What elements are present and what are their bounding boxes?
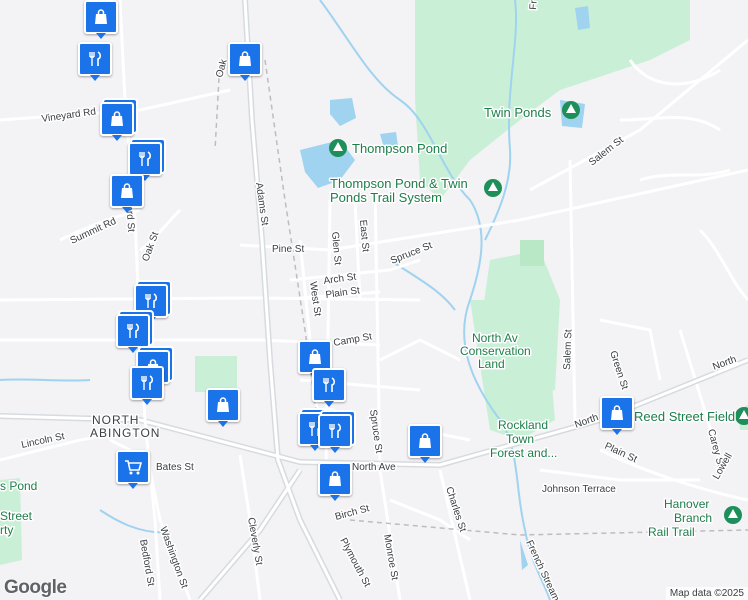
label-hanover-l2: Branch: [674, 511, 712, 525]
shopping-bag-icon: [217, 397, 229, 412]
label-hanover-l1: Hanover: [664, 497, 709, 511]
label-rockland-l2: Town: [506, 432, 534, 446]
label-north: NORTH: [92, 413, 139, 427]
map-attribution[interactable]: Map data ©2025: [665, 587, 748, 600]
shopping-bag-icon: [611, 405, 623, 420]
label-pine-st: Pine St: [272, 244, 304, 255]
label-twin-ponds: Twin Ponds: [484, 105, 552, 120]
label-party-left: rty: [0, 523, 13, 537]
label-conservation-l1: North Av: [472, 331, 518, 345]
pin-shopping-9[interactable]: [318, 462, 352, 501]
pin-restaurant-4[interactable]: [116, 314, 150, 353]
restaurant-icon: [329, 423, 342, 438]
pin-shopping-10[interactable]: [600, 396, 634, 435]
pin-shopping-6[interactable]: [206, 388, 240, 427]
label-abington: ABINGTON: [90, 426, 160, 440]
park-small-green: [195, 356, 237, 392]
pin-restaurant-2[interactable]: [128, 142, 162, 181]
shopping-bag-icon: [239, 51, 251, 66]
label-pond-left: s Pond: [0, 479, 37, 493]
shopping-bag-icon: [309, 349, 321, 364]
pin-restaurant-3[interactable]: [134, 284, 168, 323]
pin-restaurant-1[interactable]: [78, 42, 112, 81]
restaurant-icon: [139, 151, 152, 166]
label-north-ave: North Ave: [352, 462, 396, 473]
pin-shopping-4[interactable]: [110, 174, 144, 213]
shopping-cart-icon: [125, 460, 143, 475]
label-conservation-l2: Conservation: [460, 344, 531, 358]
shopping-bag-icon: [121, 183, 133, 198]
shopping-bag-icon: [419, 433, 431, 448]
pin-restaurant-5[interactable]: [130, 366, 164, 405]
pin-shopping-1[interactable]: [84, 0, 118, 39]
label-trail-system-l1: Thompson Pond & Twin: [330, 176, 468, 191]
restaurant-icon: [127, 323, 140, 338]
restaurant-icon: [141, 375, 154, 390]
label-rockland-l1: Rockland: [498, 418, 548, 432]
pin-restaurant-6[interactable]: [312, 368, 346, 407]
label-bates-st: Bates St: [156, 462, 194, 473]
pin-shopping-8[interactable]: [408, 424, 442, 463]
label-johnson-terrace: Johnson Terrace: [542, 484, 616, 495]
pin-shopping-3[interactable]: [100, 102, 134, 141]
label-hanover-l3: Rail Trail: [648, 525, 695, 539]
stream-west: [0, 378, 91, 382]
map-base: Adams St Vineyard Rd Bedford St Summit R…: [0, 0, 748, 600]
pin-restaurant-7b[interactable]: [318, 414, 352, 453]
label-rockland-l3: Forest and...: [490, 446, 557, 460]
label-conservation-l3: Land: [478, 357, 505, 371]
label-salem-st-south: Salem St: [562, 329, 574, 370]
google-logo: Google: [4, 577, 67, 598]
label-fr-north: Fr: [528, 0, 540, 10]
map-canvas[interactable]: Adams St Vineyard Rd Bedford St Summit R…: [0, 0, 748, 600]
restaurant-icon: [323, 377, 336, 392]
label-street-left: Street: [0, 509, 33, 523]
label-reed-street-field: Reed Street Field: [634, 409, 735, 424]
restaurant-icon: [145, 293, 158, 308]
label-thompson-pond: Thompson Pond: [352, 141, 447, 156]
park-green-patch: [520, 240, 544, 266]
shopping-bag-icon: [111, 111, 123, 126]
shopping-bag-icon: [329, 471, 341, 486]
pin-shopping-2[interactable]: [228, 42, 262, 81]
label-trail-system-l2: Ponds Trail System: [330, 190, 442, 205]
shopping-bag-icon: [95, 9, 107, 24]
restaurant-icon: [89, 51, 102, 66]
pin-grocery-1[interactable]: [116, 450, 150, 489]
